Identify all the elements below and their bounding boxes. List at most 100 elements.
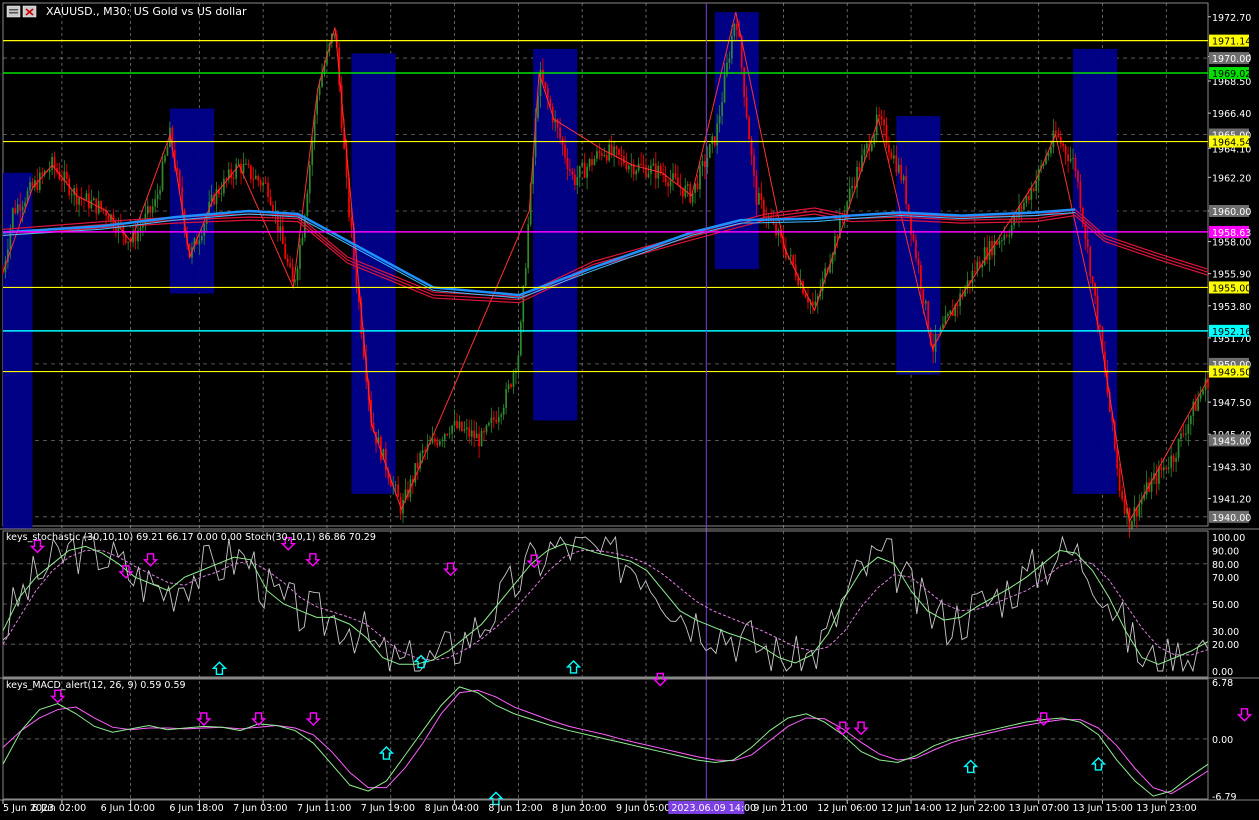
candle-body [456, 420, 458, 429]
candle-body [19, 204, 22, 211]
time-axis-label: 8 Jun 12:00 [488, 803, 542, 814]
candle-body [78, 197, 80, 205]
chart-canvas[interactable]: 1972.701970.101968.501966.401964.101962.… [0, 0, 1259, 816]
candle-body [625, 163, 628, 170]
candle-body [760, 192, 763, 200]
time-axis-label: 13 Jun 15:00 [1072, 803, 1132, 814]
candle-body [24, 202, 26, 207]
candle-body [583, 162, 586, 178]
candle-body [397, 484, 399, 497]
candle-body [434, 438, 436, 442]
candle-body [451, 425, 453, 434]
candle-body [53, 156, 56, 169]
candle-body [92, 198, 95, 201]
candle-body [704, 161, 706, 168]
candle-body [920, 265, 922, 289]
price-axis-label: 1966.40 [1212, 109, 1251, 120]
candle-body [915, 239, 917, 259]
candle-body [492, 417, 495, 420]
candle-body [1094, 282, 1096, 296]
candle-body [586, 166, 588, 178]
candle-body [480, 431, 483, 447]
candle-body [65, 171, 68, 179]
price-axis-label: 1962.20 [1212, 173, 1251, 184]
price-axis-label: 1953.80 [1212, 302, 1251, 313]
candle-body [1008, 235, 1011, 237]
candle-body [29, 182, 31, 191]
candle-body [858, 166, 861, 172]
trading-chart[interactable]: 1972.701970.101968.501966.401964.101962.… [0, 0, 1259, 816]
candle-body [149, 206, 152, 213]
candle-body [542, 69, 544, 82]
level-badge-label: 1971.14 [1212, 37, 1251, 48]
time-axis-label: 8 Jun 20:00 [552, 803, 606, 814]
candle-body [488, 422, 490, 426]
candle-body [235, 164, 238, 179]
candle-body [146, 206, 149, 214]
candle-body [166, 147, 169, 156]
candle-body [394, 484, 397, 486]
time-axis-label: 6 Jun 02:00 [32, 803, 86, 814]
candle-body [947, 313, 949, 317]
candle-body [299, 244, 301, 269]
candle-body [888, 144, 890, 153]
candle-body [247, 163, 250, 166]
candle-body [848, 188, 851, 202]
candle-body [350, 217, 353, 228]
grid-level-badge-label: 1945.00 [1212, 436, 1251, 447]
candle-body [591, 159, 593, 166]
candle-body [289, 262, 291, 267]
candle-body [647, 173, 650, 178]
candle-body [1118, 468, 1121, 492]
candle-body [252, 178, 255, 180]
candle-body [1030, 188, 1033, 200]
time-axis-label: 6 Jun 18:00 [169, 803, 223, 814]
price-axis-label: 1943.30 [1212, 462, 1251, 473]
candle-body [627, 165, 630, 170]
candle-body [264, 182, 267, 184]
candle-body [1005, 235, 1008, 237]
candle-body [600, 152, 603, 156]
candle-body [308, 164, 311, 194]
candle-body [1086, 239, 1089, 248]
candle-body [291, 266, 294, 282]
candle-body [203, 224, 206, 236]
range-box [3, 172, 33, 530]
candle-body [2, 272, 4, 274]
candle-body [497, 416, 500, 423]
candle-body [436, 441, 439, 446]
candle-body [1162, 467, 1165, 471]
candle-body [470, 430, 473, 437]
candle-body [672, 173, 674, 180]
candle-body [733, 23, 736, 36]
stochastic-axis-label: 80.00 [1212, 560, 1239, 571]
candle-body [581, 162, 584, 167]
candle-body [573, 174, 576, 186]
candle-body [1123, 499, 1126, 514]
time-axis-label: 8 Jun 04:00 [425, 803, 479, 814]
macd-axis-label: 0.00 [1212, 735, 1233, 746]
candle-body [1160, 467, 1163, 471]
candle-body [605, 154, 608, 161]
candle-body [544, 81, 547, 89]
candle-body [1064, 145, 1067, 155]
candle-body [905, 176, 907, 205]
candle-body [495, 419, 498, 423]
candle-body [519, 322, 522, 356]
candle-body [924, 301, 927, 304]
candle-body [789, 255, 792, 257]
candle-body [421, 450, 424, 454]
stochastic-axis-label: 100.00 [1212, 533, 1245, 544]
stochastic-axis-label: 90.00 [1212, 546, 1239, 557]
one-click-trading-icon[interactable] [22, 5, 37, 18]
price-axis-label: 1941.20 [1212, 494, 1251, 505]
chart-menu-icon[interactable] [6, 5, 21, 18]
candle-body [1010, 225, 1013, 236]
candle-body [1020, 205, 1023, 210]
candle-body [164, 155, 166, 162]
candle-body [758, 192, 760, 205]
candle-body [1121, 491, 1123, 500]
candle-body [31, 182, 34, 188]
candle-body [1187, 424, 1190, 434]
candle-body [937, 334, 939, 336]
